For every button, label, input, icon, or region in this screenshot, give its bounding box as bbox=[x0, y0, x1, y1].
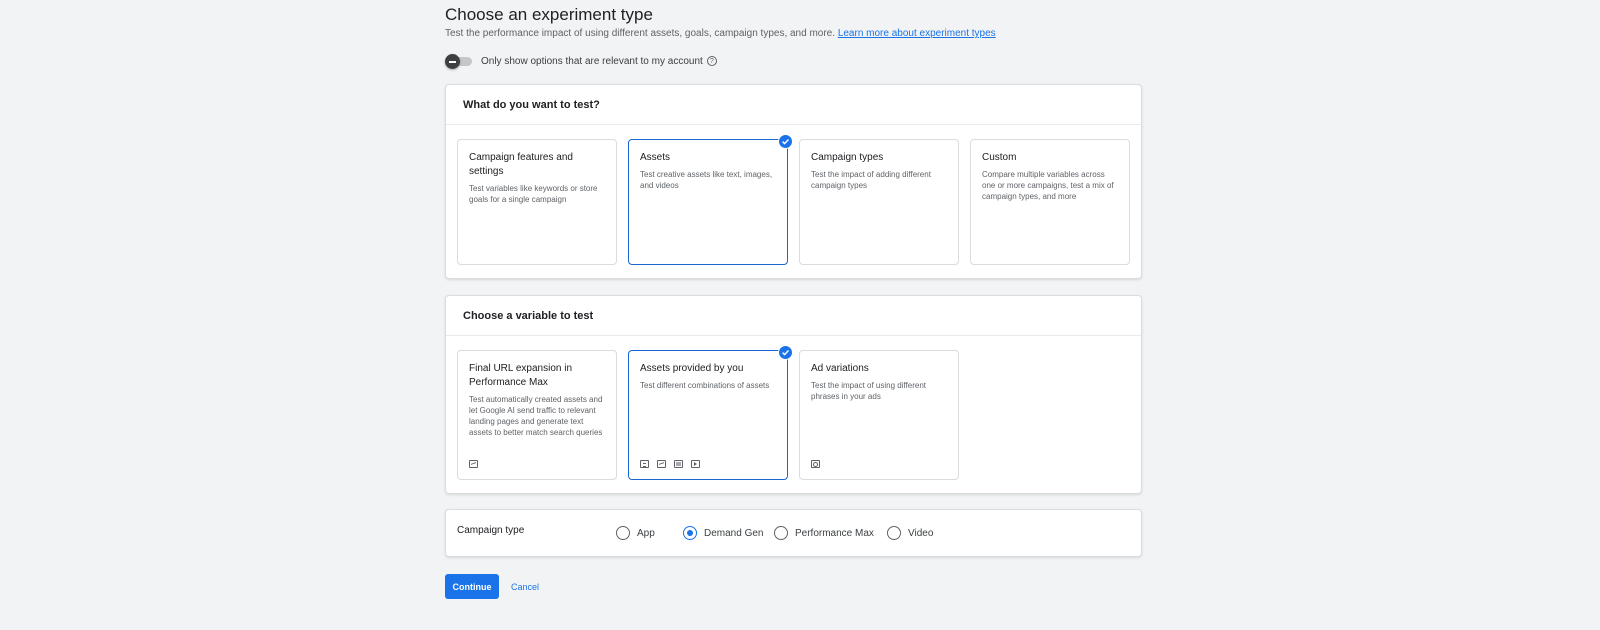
relevance-toggle-row: Only show options that are relevant to m… bbox=[445, 51, 1142, 71]
performance-max-icon bbox=[469, 460, 478, 468]
image-asset-icon bbox=[657, 460, 666, 468]
card-title: Assets provided by you bbox=[640, 363, 744, 374]
cancel-button[interactable]: Cancel bbox=[511, 582, 539, 592]
asset-icons bbox=[640, 460, 700, 468]
radio-video[interactable]: Video bbox=[887, 526, 933, 540]
card-custom[interactable]: Custom Compare multiple variables across… bbox=[970, 139, 1130, 265]
radio-circle-icon bbox=[616, 526, 630, 540]
variable-cards: Final URL expansion in Performance Max T… bbox=[446, 336, 1141, 493]
relevance-toggle[interactable] bbox=[445, 54, 472, 69]
form-actions: Continue Cancel bbox=[445, 574, 1142, 599]
card-title: Campaign features and settings bbox=[469, 152, 573, 177]
continue-button[interactable]: Continue bbox=[445, 574, 499, 599]
help-circle-icon[interactable]: ? bbox=[706, 56, 717, 66]
experiment-type-page: Choose an experiment type Test the perfo… bbox=[445, 0, 1142, 599]
radio-label: Demand Gen bbox=[704, 527, 764, 539]
card-title: Custom bbox=[982, 152, 1017, 163]
card-campaign-features[interactable]: Campaign features and settings Test vari… bbox=[457, 139, 617, 265]
variable-panel: Choose a variable to test Final URL expa… bbox=[445, 295, 1142, 494]
radio-demand-gen[interactable]: Demand Gen bbox=[683, 526, 774, 540]
card-description: Test different combinations of assets bbox=[640, 381, 770, 390]
radio-label: App bbox=[637, 527, 655, 539]
toggle-knob-icon bbox=[445, 54, 460, 69]
card-title: Campaign types bbox=[811, 152, 884, 163]
card-description: Test automatically created assets and le… bbox=[469, 395, 603, 437]
page-subtitle: Test the performance impact of using dif… bbox=[445, 27, 1142, 40]
check-circle-icon bbox=[778, 345, 793, 360]
card-final-url-expansion[interactable]: Final URL expansion in Performance Max T… bbox=[457, 350, 617, 480]
card-description: Test variables like keywords or store go… bbox=[469, 184, 598, 204]
card-title: Final URL expansion in Performance Max bbox=[469, 363, 573, 388]
check-circle-icon bbox=[778, 134, 793, 149]
campaign-type-radio-group: App Demand Gen Performance Max Video bbox=[616, 526, 933, 540]
radio-circle-icon bbox=[774, 526, 788, 540]
card-assets-provided[interactable]: Assets provided by you Test different co… bbox=[628, 345, 793, 480]
asset-icons bbox=[469, 460, 478, 468]
video-asset-icon bbox=[691, 460, 700, 468]
card-title: Assets bbox=[640, 152, 671, 163]
what-to-test-panel: What do you want to test? Campaign featu… bbox=[445, 84, 1142, 279]
card-description: Test creative assets like text, images, … bbox=[640, 170, 773, 190]
campaign-type-panel: Campaign type App Demand Gen Performance… bbox=[445, 509, 1142, 557]
experiment-type-cards: Campaign features and settings Test vari… bbox=[446, 125, 1141, 278]
radio-circle-icon bbox=[887, 526, 901, 540]
card-description: Test the impact of adding different camp… bbox=[811, 170, 931, 190]
card-description: Test the impact of using different phras… bbox=[811, 381, 927, 401]
radio-label: Performance Max bbox=[795, 527, 874, 539]
campaign-type-label: Campaign type bbox=[457, 524, 525, 536]
search-asset-icon bbox=[811, 460, 820, 468]
card-campaign-types[interactable]: Campaign types Test the impact of adding… bbox=[799, 139, 959, 265]
learn-more-link[interactable]: Learn more about experiment types bbox=[838, 28, 996, 39]
card-assets[interactable]: Assets Test creative assets like text, i… bbox=[628, 134, 793, 265]
card-ad-variations[interactable]: Ad variations Test the impact of using d… bbox=[799, 350, 959, 480]
radio-app[interactable]: App bbox=[616, 526, 683, 540]
radio-label: Video bbox=[908, 527, 934, 539]
asset-icons bbox=[811, 460, 820, 468]
card-description: Compare multiple variables across one or… bbox=[982, 170, 1114, 201]
text-asset-icon bbox=[640, 460, 649, 468]
what-to-test-heading: What do you want to test? bbox=[446, 85, 1141, 125]
card-title: Ad variations bbox=[811, 363, 869, 374]
toggle-label: Only show options that are relevant to m… bbox=[481, 55, 703, 67]
page-title: Choose an experiment type bbox=[445, 5, 653, 24]
display-asset-icon bbox=[674, 460, 683, 468]
subtitle-text: Test the performance impact of using dif… bbox=[445, 28, 836, 39]
radio-performance-max[interactable]: Performance Max bbox=[774, 526, 887, 540]
radio-checked-icon bbox=[683, 526, 697, 540]
variable-heading: Choose a variable to test bbox=[446, 296, 1141, 336]
